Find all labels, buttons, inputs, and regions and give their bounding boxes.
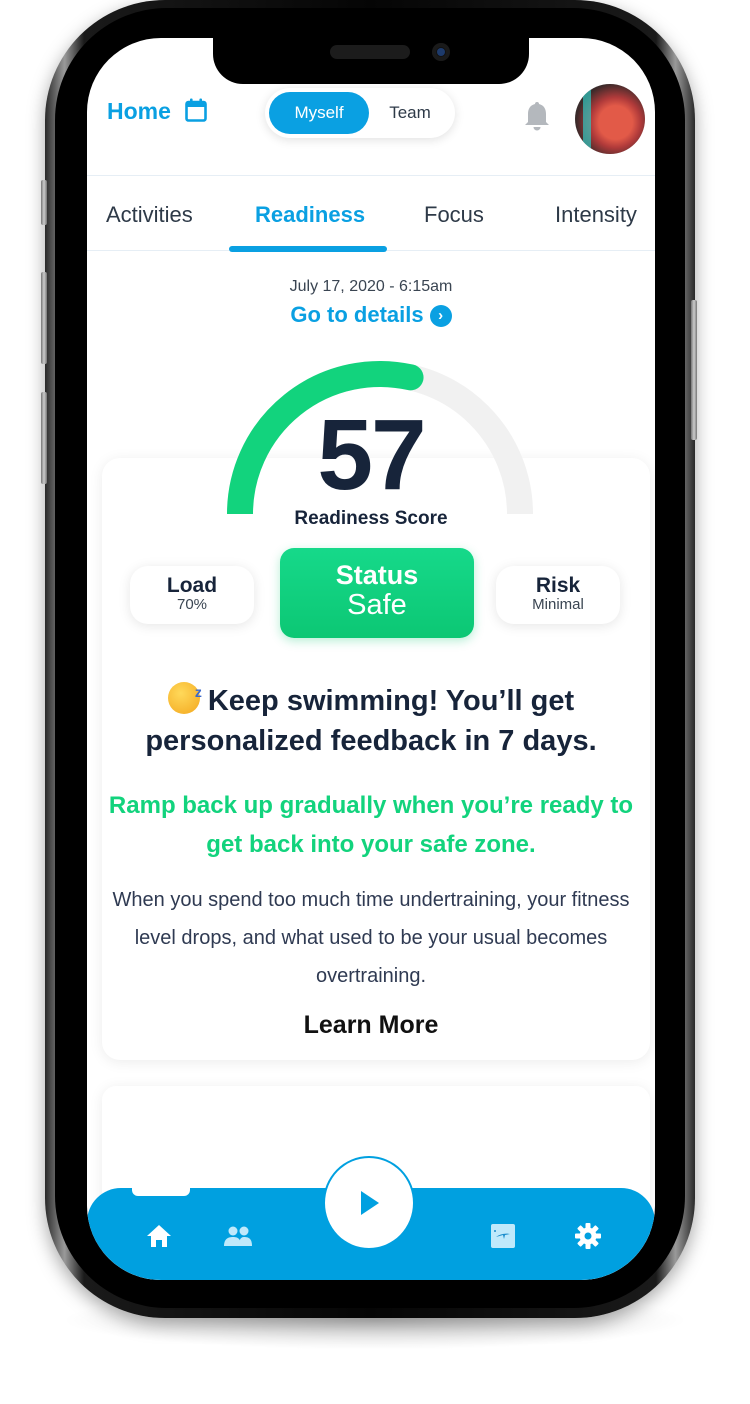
feedback-headline-text: Keep swimming! You’ll get personalized f… bbox=[145, 685, 597, 757]
risk-value: Minimal bbox=[532, 596, 584, 613]
workout-card-icon[interactable] bbox=[489, 1222, 517, 1250]
sleeping-face-emoji bbox=[167, 672, 202, 714]
go-to-details-link[interactable]: Go to details › bbox=[87, 302, 655, 328]
toggle-myself[interactable]: Myself bbox=[269, 92, 369, 134]
earpiece-speaker bbox=[330, 45, 410, 59]
volume-down-button bbox=[41, 392, 47, 484]
calendar-icon[interactable] bbox=[185, 98, 207, 122]
risk-title: Risk bbox=[535, 574, 581, 597]
mute-switch bbox=[41, 180, 47, 225]
myself-team-toggle: Myself Team bbox=[265, 88, 455, 138]
front-camera bbox=[432, 43, 450, 61]
readiness-score-label: Readiness Score bbox=[294, 508, 448, 529]
status-value: Safe bbox=[347, 589, 407, 621]
play-icon bbox=[361, 1191, 379, 1215]
phone-notch bbox=[213, 38, 529, 84]
tab-intensity[interactable]: Intensity bbox=[555, 202, 637, 228]
tab-focus[interactable]: Focus bbox=[424, 202, 484, 228]
feedback-headline: Keep swimming! You’ll get personalized f… bbox=[107, 672, 635, 761]
risk-pill: Risk Minimal bbox=[496, 566, 620, 624]
load-pill: Load 70% bbox=[130, 566, 254, 624]
chevron-right-icon: › bbox=[429, 305, 452, 327]
tab-activities[interactable]: Activities bbox=[106, 202, 193, 228]
power-button bbox=[691, 300, 697, 440]
play-button[interactable] bbox=[323, 1156, 415, 1250]
volume-up-button bbox=[41, 272, 47, 364]
status-badge: Status Safe bbox=[280, 548, 474, 638]
settings-gear-icon[interactable] bbox=[574, 1222, 602, 1250]
divider bbox=[87, 175, 655, 176]
bell-icon[interactable] bbox=[523, 100, 551, 132]
team-icon[interactable] bbox=[222, 1222, 254, 1250]
explanation-text: When you spend too much time undertraini… bbox=[112, 889, 630, 987]
go-to-details-label: Go to details bbox=[290, 302, 424, 327]
advice-text: Ramp back up gradually when you’re ready… bbox=[108, 792, 634, 858]
tab-bar: Activities Readiness Focus Intensity bbox=[87, 188, 655, 248]
app-screen: Home Myself Team Activities Readiness Fo… bbox=[87, 38, 655, 1280]
active-tab-indicator bbox=[229, 246, 387, 252]
home-icon[interactable] bbox=[145, 1222, 173, 1250]
avatar[interactable] bbox=[575, 84, 645, 154]
nav-decoration bbox=[132, 1178, 190, 1196]
load-value: 70% bbox=[176, 596, 208, 613]
load-title: Load bbox=[166, 574, 218, 597]
status-title: Status bbox=[335, 560, 419, 590]
toggle-team[interactable]: Team bbox=[369, 92, 451, 134]
home-title[interactable]: Home bbox=[107, 98, 171, 125]
readiness-score-value: 57 bbox=[317, 399, 426, 511]
readiness-date: July 17, 2020 - 6:15am bbox=[289, 278, 453, 295]
tab-readiness[interactable]: Readiness bbox=[255, 202, 365, 228]
learn-more-button[interactable]: Learn More bbox=[87, 1011, 655, 1040]
